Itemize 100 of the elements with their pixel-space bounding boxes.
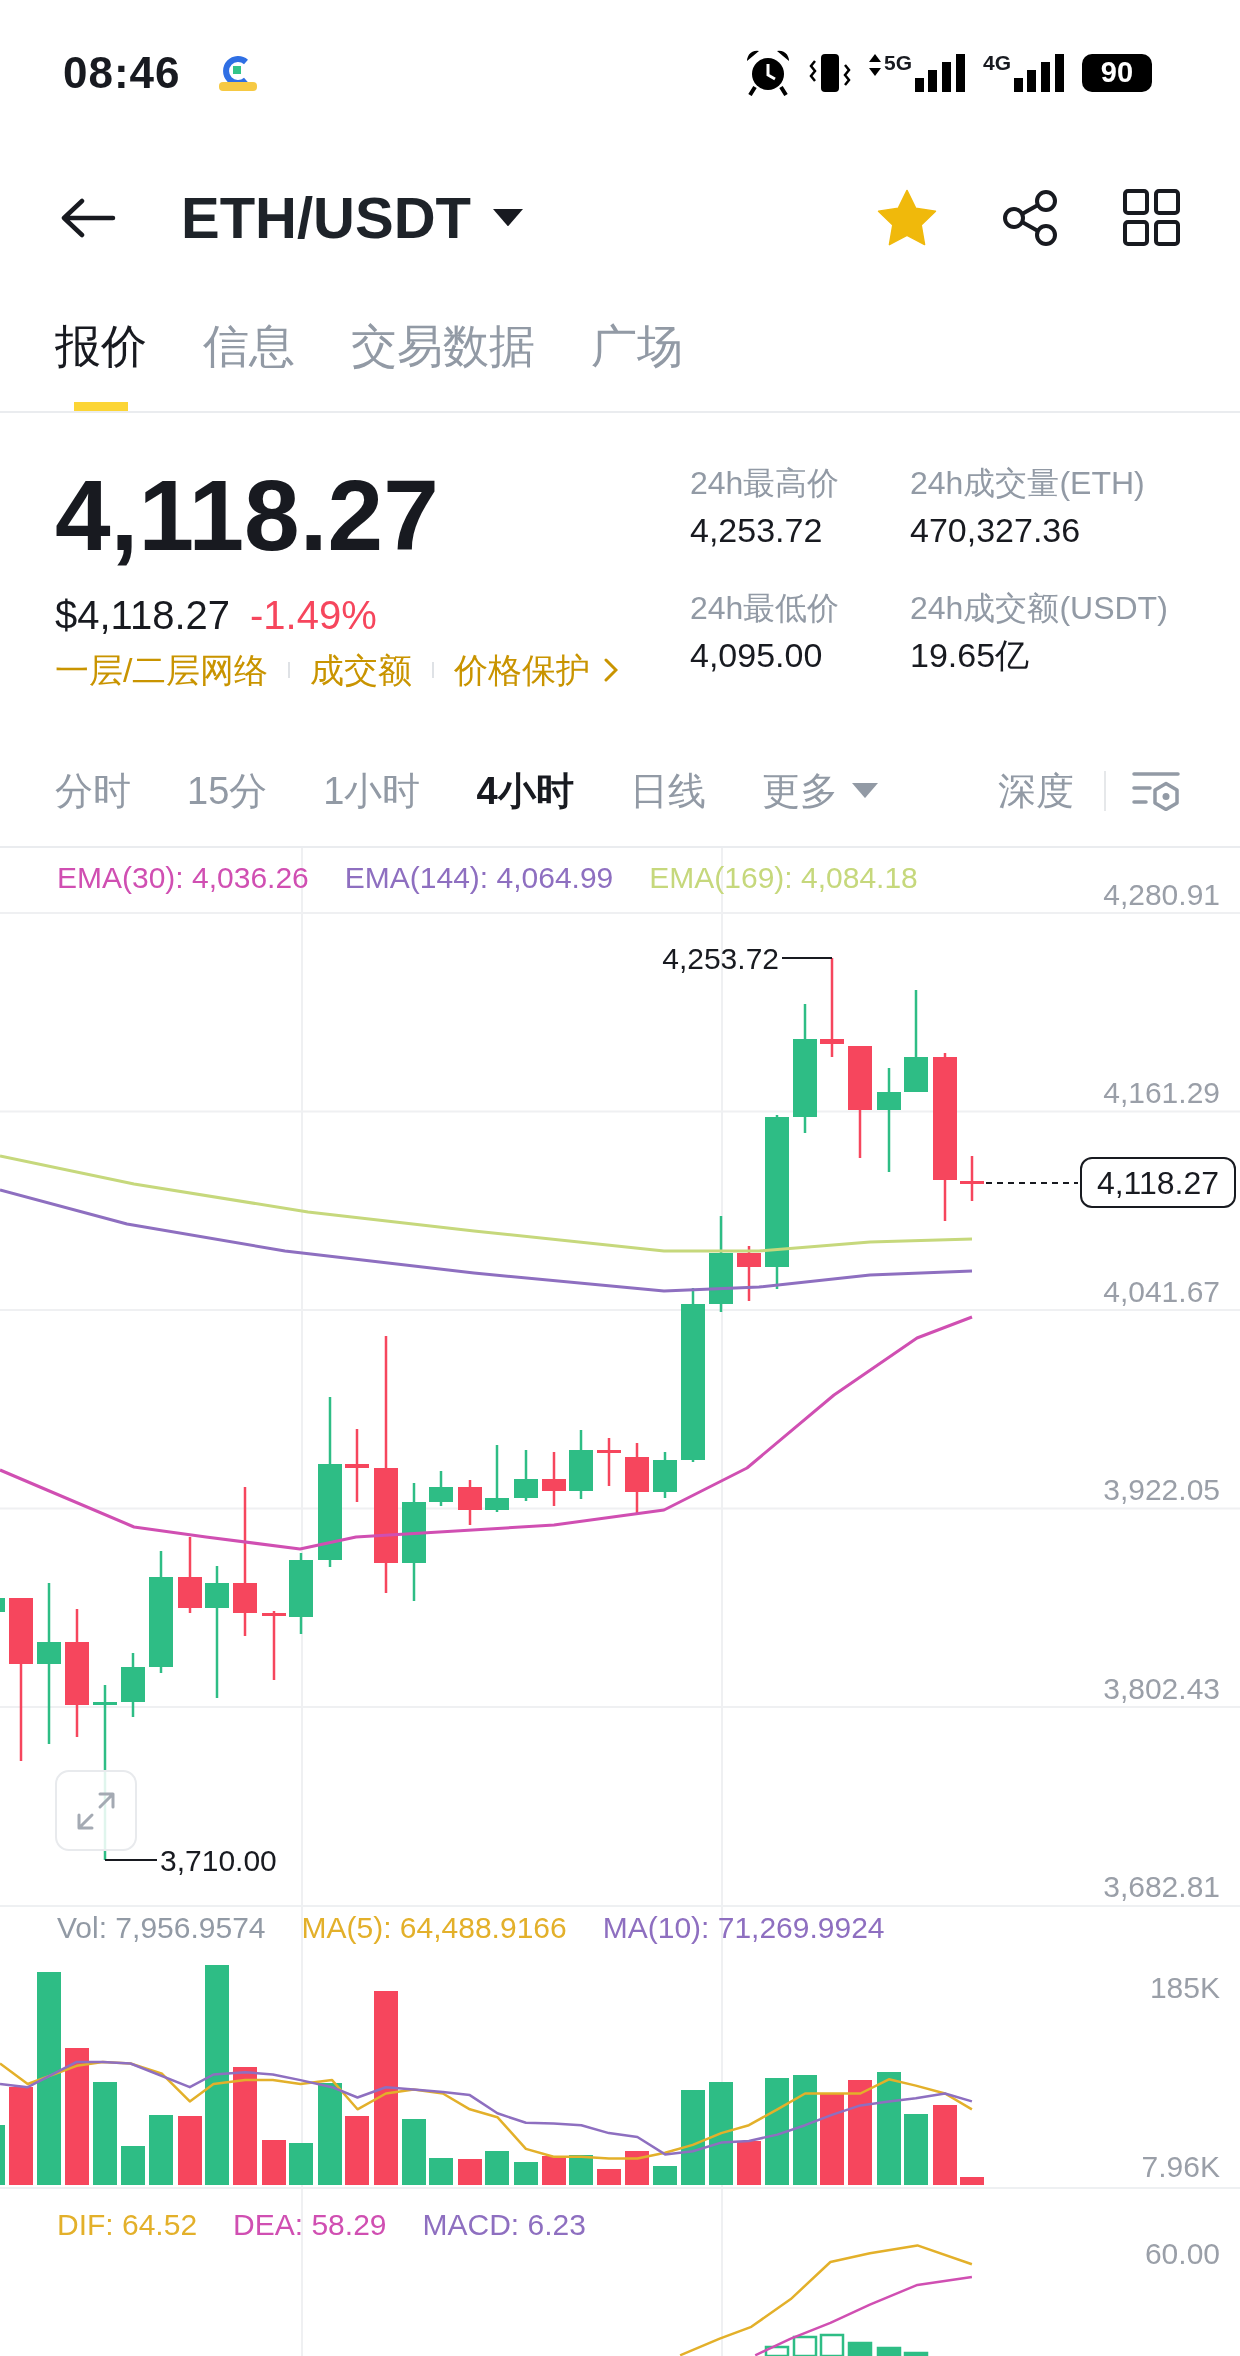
indicator-reading: EMA(169): 4,084.18 bbox=[649, 860, 918, 896]
volume-bar bbox=[345, 2116, 369, 2185]
volume-bar bbox=[262, 2140, 286, 2185]
battery-indicator: 90 bbox=[1082, 53, 1152, 92]
depth-tab[interactable]: 深度 bbox=[998, 771, 1074, 810]
stat-label: 24h成交额(USDT) bbox=[910, 589, 1168, 628]
volume-bar bbox=[429, 2158, 453, 2185]
volume-bar bbox=[737, 2141, 761, 2185]
indicator-settings-icon[interactable] bbox=[1132, 770, 1180, 811]
info-link[interactable]: 价格保护 bbox=[454, 648, 619, 692]
falling-candle bbox=[625, 1443, 649, 1514]
rising-candle bbox=[569, 1430, 593, 1499]
indicator-reading: MA(10): 71,269.9924 bbox=[602, 1910, 885, 1946]
pair-selector[interactable]: ETH/USDT bbox=[181, 188, 523, 247]
indicator-reading: MA(5): 64,488.9166 bbox=[301, 1910, 567, 1946]
volume-bar bbox=[485, 2151, 509, 2185]
falling-candle bbox=[262, 1611, 286, 1680]
expand-arrows-icon bbox=[76, 1790, 116, 1831]
volume-bar bbox=[149, 2115, 173, 2185]
indicator-reading: EMA(144): 4,064.99 bbox=[344, 860, 614, 896]
volume-bar bbox=[904, 2114, 928, 2185]
alarm-clock-icon bbox=[744, 49, 791, 96]
low-price-label: 3,710.00 bbox=[160, 1844, 277, 1877]
leader-line bbox=[104, 1859, 158, 1861]
price-axis-label: 3,922.05 bbox=[1103, 1473, 1220, 1507]
macd-axis-label: 60.00 bbox=[1144, 2237, 1220, 2270]
price-axis-label: 4,161.29 bbox=[1103, 1076, 1220, 1110]
rising-candle bbox=[121, 1653, 145, 1717]
stat-label: 24h最低价 bbox=[690, 589, 840, 628]
falling-candle bbox=[458, 1480, 482, 1525]
interval-tab[interactable]: 1小时 bbox=[323, 771, 421, 810]
volume-bar bbox=[569, 2155, 593, 2185]
fiat-price: $4,118.27 bbox=[55, 592, 230, 639]
falling-candle bbox=[597, 1438, 621, 1486]
volume-axis-label: 7.96K bbox=[1141, 2150, 1220, 2183]
volume-bar bbox=[514, 2162, 538, 2185]
volume-bar bbox=[402, 2119, 426, 2185]
leader-line bbox=[781, 957, 833, 959]
indicator-reading: DIF: 64.52 bbox=[57, 2207, 198, 2243]
price-axis-label: 4,041.67 bbox=[1103, 1274, 1220, 1308]
tab[interactable]: 广场 bbox=[591, 290, 683, 411]
interval-tab[interactable]: 分时 bbox=[55, 771, 131, 810]
volume-bar bbox=[458, 2159, 482, 2185]
volume-bar bbox=[542, 2156, 566, 2185]
volume-bar bbox=[653, 2166, 677, 2185]
stat-label: 24h成交量(ETH) bbox=[910, 464, 1145, 503]
rising-candle bbox=[514, 1450, 538, 1501]
volume-bar bbox=[121, 2146, 145, 2185]
share-icon[interactable] bbox=[1001, 188, 1059, 247]
price-change: -1.49% bbox=[250, 592, 377, 639]
falling-candle bbox=[542, 1452, 566, 1506]
info-link[interactable]: 成交额 bbox=[310, 648, 413, 692]
stat-value: 4,253.72 bbox=[690, 510, 823, 551]
stat-value: 19.65亿 bbox=[910, 635, 1030, 676]
stat-value: 470,327.36 bbox=[910, 510, 1081, 551]
stat-value: 4,095.00 bbox=[690, 635, 823, 676]
info-link[interactable]: 一层/二层网络 bbox=[55, 648, 269, 692]
indicator-reading: Vol: 7,956.9574 bbox=[57, 1910, 266, 1946]
network-type-label: 5G bbox=[883, 51, 912, 73]
rising-candle bbox=[653, 1452, 677, 1498]
high-price-label: 4,253.72 bbox=[662, 942, 779, 975]
macd-bar bbox=[847, 2341, 873, 2356]
rising-candle bbox=[0, 1598, 5, 1612]
data-arrows-icon bbox=[868, 53, 881, 76]
star-icon[interactable] bbox=[877, 189, 937, 246]
tab[interactable]: 交易数据 bbox=[351, 290, 535, 411]
app-logo-icon bbox=[216, 53, 259, 92]
back-arrow-icon[interactable] bbox=[60, 197, 116, 238]
tab[interactable]: 报价 bbox=[55, 290, 147, 411]
chevron-right-icon bbox=[604, 658, 619, 682]
caret-down-icon bbox=[851, 782, 878, 799]
tab[interactable]: 信息 bbox=[203, 290, 295, 411]
interval-tab[interactable]: 4小时 bbox=[476, 771, 574, 810]
price-axis-label: 4,280.91 bbox=[1103, 878, 1220, 911]
volume-bar bbox=[289, 2143, 313, 2185]
rising-candle bbox=[485, 1445, 509, 1512]
indicator-reading: MACD: 6.23 bbox=[422, 2207, 586, 2243]
volume-bar bbox=[0, 2125, 5, 2185]
volume-bar bbox=[625, 2151, 649, 2185]
price-axis-label: 3,682.81 bbox=[1103, 1870, 1220, 1903]
vibrate-icon bbox=[808, 52, 851, 93]
grid-menu-icon[interactable] bbox=[1123, 189, 1180, 246]
volume-bar bbox=[178, 2116, 202, 2185]
falling-candle bbox=[960, 1156, 984, 1201]
interval-tab[interactable]: 更多 bbox=[761, 771, 878, 810]
caret-down-icon bbox=[493, 208, 523, 227]
last-price-tag: 4,118.27 bbox=[1080, 1157, 1236, 1208]
interval-tab[interactable]: 15分 bbox=[187, 771, 268, 810]
signal-bars-icon bbox=[1014, 53, 1064, 92]
stat-label: 24h最高价 bbox=[690, 464, 840, 503]
rising-candle bbox=[429, 1471, 453, 1506]
volume-axis-label: 185K bbox=[1149, 1971, 1220, 2004]
signal-bars-icon bbox=[915, 53, 965, 92]
status-time: 08:46 bbox=[63, 50, 181, 95]
last-price: 4,118.27 bbox=[55, 465, 439, 565]
falling-candle bbox=[737, 1246, 761, 1301]
interval-tab[interactable]: 日线 bbox=[629, 771, 706, 810]
network-type-label: 4G bbox=[983, 51, 1011, 73]
volume-bar bbox=[597, 2169, 621, 2185]
price-axis-label: 3,802.43 bbox=[1103, 1671, 1220, 1705]
